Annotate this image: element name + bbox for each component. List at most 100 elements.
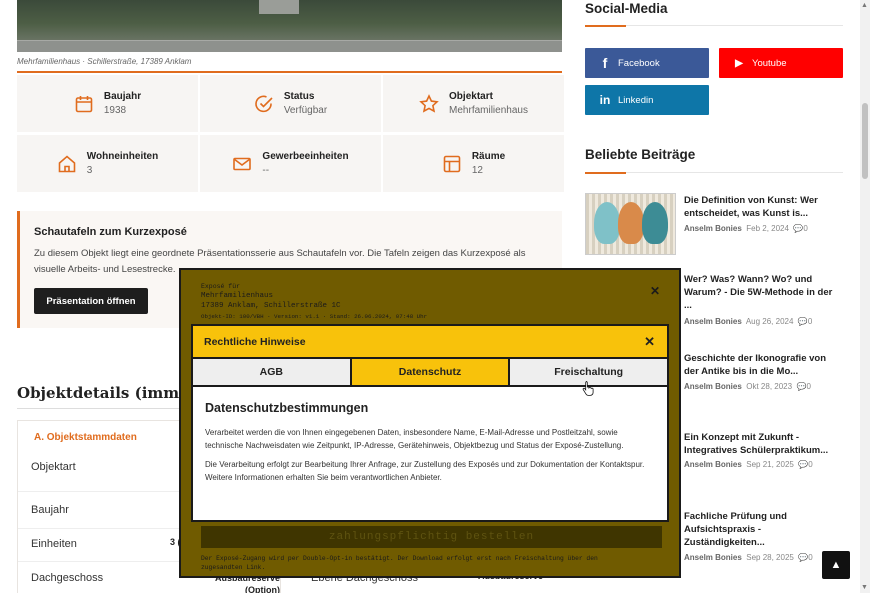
accent-underline bbox=[585, 25, 626, 27]
comment-count: 0 bbox=[807, 317, 813, 326]
legal-dialog: Rechtliche Hinweise ✕ AGB Datenschutz Fr… bbox=[191, 324, 669, 522]
social-label: Linkedin bbox=[618, 94, 654, 106]
post-date: Aug 26, 2024 bbox=[745, 317, 794, 326]
star-icon bbox=[419, 93, 439, 114]
comment-count: 0 bbox=[808, 553, 813, 562]
accent-underline bbox=[585, 172, 626, 174]
dialog-paragraph: Verarbeitet werden die von Ihnen eingege… bbox=[205, 428, 624, 450]
post-author: Anselm Bonies bbox=[684, 317, 742, 326]
comment-icon: 💬 bbox=[798, 460, 809, 469]
post-meta: Anselm Bonies Sep 28, 2025 💬0 bbox=[684, 553, 813, 562]
info-label: Wohneinheiten bbox=[86, 151, 159, 162]
post-author: Anselm Bonies bbox=[684, 382, 742, 391]
detail-label: Dachgeschoss bbox=[31, 572, 104, 584]
linkedin-button[interactable]: in Linkedin bbox=[585, 85, 709, 115]
post-meta: Anselm Bonies Okt 28, 2023 💬0 bbox=[684, 382, 811, 391]
youtube-button[interactable]: ▶ Youtube bbox=[719, 48, 843, 78]
comment-icon: 💬 bbox=[797, 317, 808, 326]
layout-icon bbox=[442, 154, 462, 174]
info-cell-gewerbeeinheiten: Gewerbeeinheiten -- bbox=[200, 135, 381, 192]
info-cell-objektart: Objektart Mehrfamilienhaus bbox=[383, 75, 564, 132]
dialog-header: Rechtliche Hinweise ✕ bbox=[193, 326, 667, 359]
objektdetails-heading: Objektdetails (immoS bbox=[17, 384, 200, 402]
post-author: Anselm Bonies bbox=[684, 460, 742, 469]
dialog-title: Rechtliche Hinweise bbox=[204, 335, 306, 348]
comment-icon: 💬 bbox=[793, 224, 804, 233]
home-icon bbox=[57, 154, 77, 174]
info-value: 1938 bbox=[103, 105, 127, 116]
post-title[interactable]: Die Definition von Kunst: Wer entscheide… bbox=[684, 194, 842, 220]
expose-line: 17389 Anklam, Schillerstraße 1C bbox=[201, 302, 341, 310]
expose-footer: Der Exposé-Zugang wird per Double-Opt-in… bbox=[201, 555, 598, 571]
post-meta: Anselm Bonies Sep 21, 2025 💬0 bbox=[684, 460, 813, 469]
info-label: Gewerbeeinheiten bbox=[262, 151, 349, 162]
info-value: 12 bbox=[471, 165, 483, 176]
dialog-tabs: AGB Datenschutz Freischaltung bbox=[193, 359, 668, 387]
info-cell-status: Status Verfügbar bbox=[200, 75, 381, 132]
expose-line: Mehrfamilienhaus bbox=[201, 292, 274, 300]
detail-label: Objektart bbox=[31, 461, 76, 473]
page-scrollbar[interactable]: ▲ ▼ bbox=[860, 0, 870, 593]
scroll-up-icon[interactable]: ▲ bbox=[861, 2, 868, 9]
post-title[interactable]: Ein Konzept mit Zukunft - Integratives S… bbox=[684, 431, 842, 457]
comment-icon: 💬 bbox=[796, 382, 807, 391]
check-circle-icon bbox=[254, 94, 274, 114]
property-photo bbox=[17, 0, 562, 52]
hand-cursor-icon bbox=[582, 381, 594, 396]
info-label: Baujahr bbox=[103, 91, 142, 102]
expose-line: Objekt-ID: 100/VBH · Version: v1.1 · Sta… bbox=[201, 313, 428, 320]
info-label: Objektart bbox=[449, 91, 493, 102]
social-label: Youtube bbox=[752, 57, 787, 69]
close-icon[interactable]: ✕ bbox=[650, 284, 660, 298]
post-meta: Anselm Bonies Feb 2, 2024 💬0 bbox=[684, 224, 808, 233]
posts-heading: Beliebte Beiträge bbox=[585, 147, 696, 162]
social-heading: Social-Media bbox=[585, 1, 668, 16]
scrollbar-thumb[interactable] bbox=[862, 103, 868, 179]
info-cell-baujahr: Baujahr 1938 bbox=[17, 75, 198, 132]
post-date: Sep 28, 2025 bbox=[746, 553, 794, 562]
close-icon[interactable]: ✕ bbox=[644, 334, 655, 350]
post-item[interactable]: Die Definition von Kunst: Wer entscheide… bbox=[585, 193, 843, 243]
chevron-up-icon: ▲ bbox=[830, 559, 842, 571]
info-label: Räume bbox=[471, 151, 506, 162]
linkedin-icon: in bbox=[599, 93, 611, 107]
comment-count: 0 bbox=[808, 460, 813, 469]
detail-label: Baujahr bbox=[31, 504, 69, 516]
property-info-grid: Baujahr 1938 Status Verfügbar Objektart Meh… bbox=[17, 75, 564, 192]
calendar-icon bbox=[74, 94, 94, 114]
photo-caption: Mehrfamilienhaus · Schillerstraße, 17389… bbox=[17, 57, 192, 66]
post-date: Okt 28, 2023 bbox=[746, 382, 793, 391]
order-button[interactable]: zahlungspflichtig bestellen bbox=[201, 526, 662, 548]
comment-count: 0 bbox=[803, 224, 808, 233]
back-to-top-button[interactable]: ▲ bbox=[822, 551, 850, 579]
section-heading: A. Objektstammdaten bbox=[34, 432, 137, 443]
post-title[interactable]: Geschichte der Ikonografie von der Antik… bbox=[684, 352, 842, 378]
post-title[interactable]: Wer? Was? Wann? Wo? und Warum? - Die 5W-… bbox=[684, 273, 842, 312]
info-cell-wohneinheiten: Wohneinheiten 3 bbox=[17, 135, 198, 192]
schautafeln-title: Schautafeln zum Kurzexposé bbox=[34, 226, 187, 238]
post-author: Anselm Bonies bbox=[684, 224, 742, 233]
info-value: 3 bbox=[86, 165, 93, 176]
facebook-icon: f bbox=[602, 55, 608, 71]
scroll-down-icon[interactable]: ▼ bbox=[861, 584, 868, 591]
dialog-heading: Datenschutzbestimmungen bbox=[205, 401, 369, 415]
info-value: Verfügbar bbox=[283, 105, 328, 116]
post-meta: Anselm Bonies Aug 26, 2024 💬0 bbox=[684, 317, 812, 326]
accent-rule bbox=[17, 71, 562, 73]
info-label: Status bbox=[283, 91, 315, 102]
detail-label: Einheiten bbox=[31, 538, 77, 550]
post-title[interactable]: Fachliche Prüfung und Aufsichtspraxis - … bbox=[684, 510, 804, 549]
dialog-paragraph: Die Verarbeitung erfolgt zur Bearbeitung… bbox=[205, 460, 645, 482]
photo-pavement bbox=[17, 40, 562, 52]
info-value: -- bbox=[262, 165, 270, 176]
post-date: Sep 21, 2025 bbox=[746, 460, 794, 469]
presentation-open-button[interactable]: Präsentation öffnen bbox=[34, 288, 148, 314]
facebook-button[interactable]: f Facebook bbox=[585, 48, 709, 78]
comment-icon: 💬 bbox=[798, 553, 809, 562]
mail-icon bbox=[232, 154, 252, 174]
tab-datenschutz[interactable]: Datenschutz bbox=[351, 359, 511, 385]
youtube-icon: ▶ bbox=[735, 57, 743, 69]
dialog-body: Datenschutzbestimmungen Verarbeitet werd… bbox=[193, 387, 667, 484]
tab-agb[interactable]: AGB bbox=[193, 359, 352, 385]
info-value: Mehrfamilienhaus bbox=[449, 105, 528, 116]
